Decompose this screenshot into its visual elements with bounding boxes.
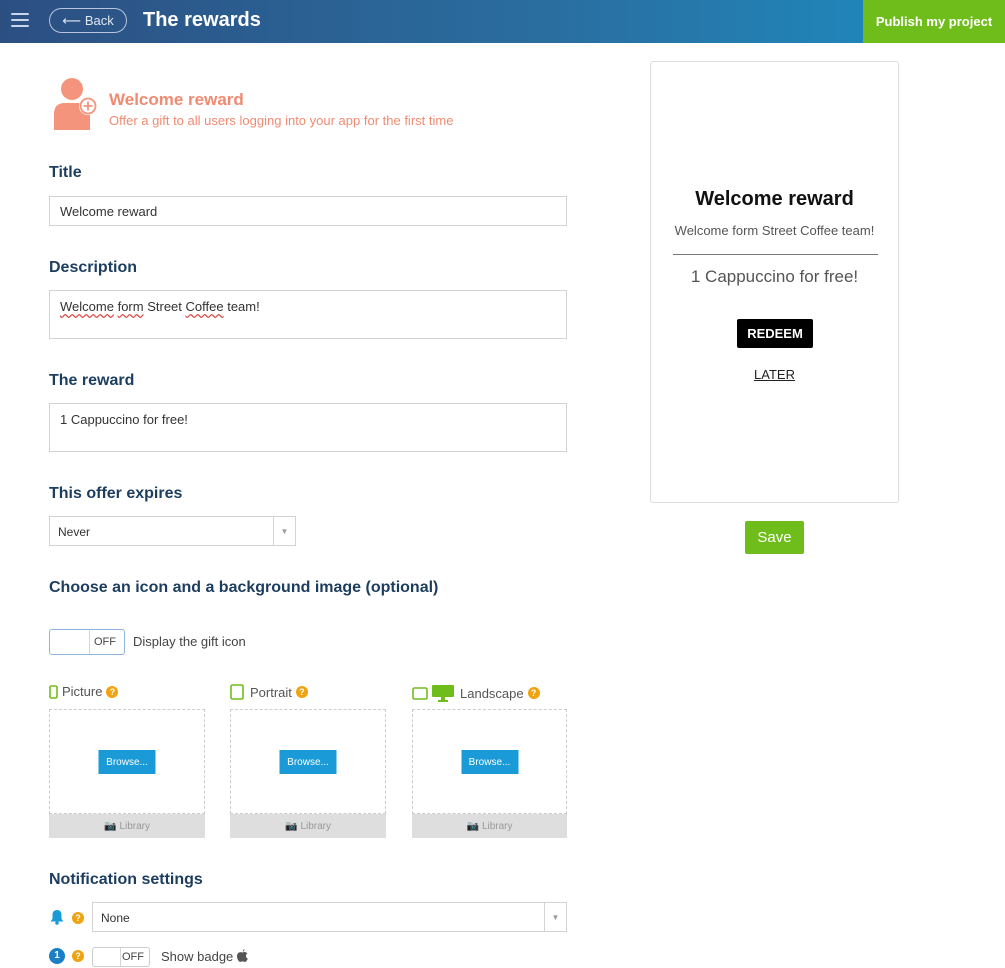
- save-button[interactable]: Save: [745, 521, 804, 554]
- help-icon[interactable]: ?: [106, 685, 119, 698]
- portrait-label: Portrait ?: [230, 684, 308, 700]
- landscape-library-button[interactable]: 📷 Library: [412, 814, 567, 838]
- picture-browse-button[interactable]: Browse...: [98, 750, 156, 774]
- toggle-state: OFF: [94, 636, 116, 648]
- description-word: Street: [147, 299, 182, 314]
- spellcheck-word: form: [117, 299, 144, 314]
- description-label: Description: [49, 259, 138, 276]
- preview-description: Welcome form Street Coffee team!: [674, 223, 875, 238]
- help-icon[interactable]: ?: [72, 912, 84, 924]
- menu-icon[interactable]: [11, 13, 29, 27]
- library-label: Library: [300, 820, 332, 832]
- back-button-label: Back: [84, 13, 114, 28]
- landscape-dropzone[interactable]: Browse...: [412, 709, 567, 814]
- gift-icon-toggle-label: Display the gift icon: [133, 634, 246, 649]
- show-badge-toggle[interactable]: OFF: [92, 947, 150, 967]
- show-badge-label-text: Show badge: [161, 949, 234, 964]
- chevron-down-icon: ▼: [544, 903, 566, 931]
- expires-select-value: Never: [58, 525, 91, 539]
- tablet-icon: [230, 684, 244, 700]
- phone-icon: [49, 684, 58, 699]
- title-input[interactable]: Welcome reward: [49, 196, 567, 226]
- description-word: team!: [227, 299, 260, 314]
- notification-select-value: None: [101, 911, 130, 925]
- reward-subtitle: Offer a gift to all users logging into y…: [109, 113, 454, 128]
- landscape-label-text: Landscape: [460, 685, 524, 701]
- bell-icon: [50, 910, 64, 925]
- top-bar: ⟵ Back The rewards Publish my project: [0, 0, 1005, 43]
- page-title: The rewards: [143, 9, 261, 31]
- landscape-browse-button[interactable]: Browse...: [461, 750, 518, 774]
- title-label: Title: [49, 164, 82, 181]
- picture-library-button[interactable]: 📷 Library: [49, 814, 205, 838]
- icon-section-label: Choose an icon and a background image (o…: [49, 579, 439, 596]
- portrait-dropzone[interactable]: Browse...: [230, 709, 386, 814]
- preview-panel: Welcome reward Welcome form Street Coffe…: [650, 61, 899, 503]
- tablet-landscape-icon: [412, 686, 428, 700]
- chevron-down-icon: ▼: [273, 517, 295, 545]
- badge-count-icon: 1: [49, 948, 65, 964]
- camera-icon: 📷: [284, 820, 298, 832]
- preview-title: Welcome reward: [695, 188, 854, 210]
- monitor-icon: [432, 685, 454, 702]
- portrait-label-text: Portrait: [250, 684, 292, 700]
- notification-section-label: Notification settings: [49, 871, 203, 888]
- back-button[interactable]: ⟵ Back: [49, 8, 127, 33]
- help-icon[interactable]: ?: [527, 687, 540, 699]
- camera-icon: 📷: [103, 820, 117, 832]
- camera-icon: 📷: [466, 820, 479, 832]
- publish-button[interactable]: Publish my project: [863, 0, 1005, 43]
- later-link[interactable]: LATER: [651, 367, 898, 382]
- library-label: Library: [481, 820, 513, 832]
- notification-select[interactable]: None ▼: [92, 902, 567, 932]
- redeem-button[interactable]: REDEEM: [737, 319, 813, 348]
- reward-name: Welcome reward: [109, 90, 244, 109]
- portrait-browse-button[interactable]: Browse...: [279, 750, 337, 774]
- reward-label: The reward: [49, 372, 135, 389]
- spellcheck-word: Welcome: [60, 299, 114, 314]
- library-label: Library: [119, 820, 151, 832]
- show-badge-label: Show badge: [161, 949, 248, 964]
- toggle-knob: [93, 948, 121, 966]
- help-icon[interactable]: ?: [72, 950, 84, 962]
- expires-select[interactable]: Never ▼: [49, 516, 296, 546]
- picture-label-text: Picture: [62, 684, 103, 699]
- preview-reward: 1 Cappuccino for free!: [690, 267, 859, 286]
- apple-icon: [236, 949, 248, 962]
- gift-icon-toggle[interactable]: OFF: [49, 629, 125, 655]
- reward-textarea[interactable]: 1 Cappuccino for free!: [49, 403, 567, 452]
- picture-dropzone[interactable]: Browse...: [49, 709, 205, 814]
- spellcheck-word: Coffee: [185, 299, 224, 314]
- landscape-label: Landscape ?: [412, 684, 540, 702]
- back-arrow-icon: ⟵: [62, 12, 81, 28]
- portrait-library-button[interactable]: 📷 Library: [230, 814, 386, 838]
- help-icon[interactable]: ?: [295, 686, 308, 698]
- add-user-icon: [54, 78, 97, 130]
- expires-label: This offer expires: [49, 485, 183, 502]
- toggle-knob: [50, 630, 90, 654]
- preview-divider: [673, 254, 878, 255]
- description-textarea[interactable]: Welcome form Street Coffee team!: [49, 290, 567, 339]
- picture-label: Picture ?: [49, 684, 119, 699]
- toggle-state: OFF: [122, 951, 144, 963]
